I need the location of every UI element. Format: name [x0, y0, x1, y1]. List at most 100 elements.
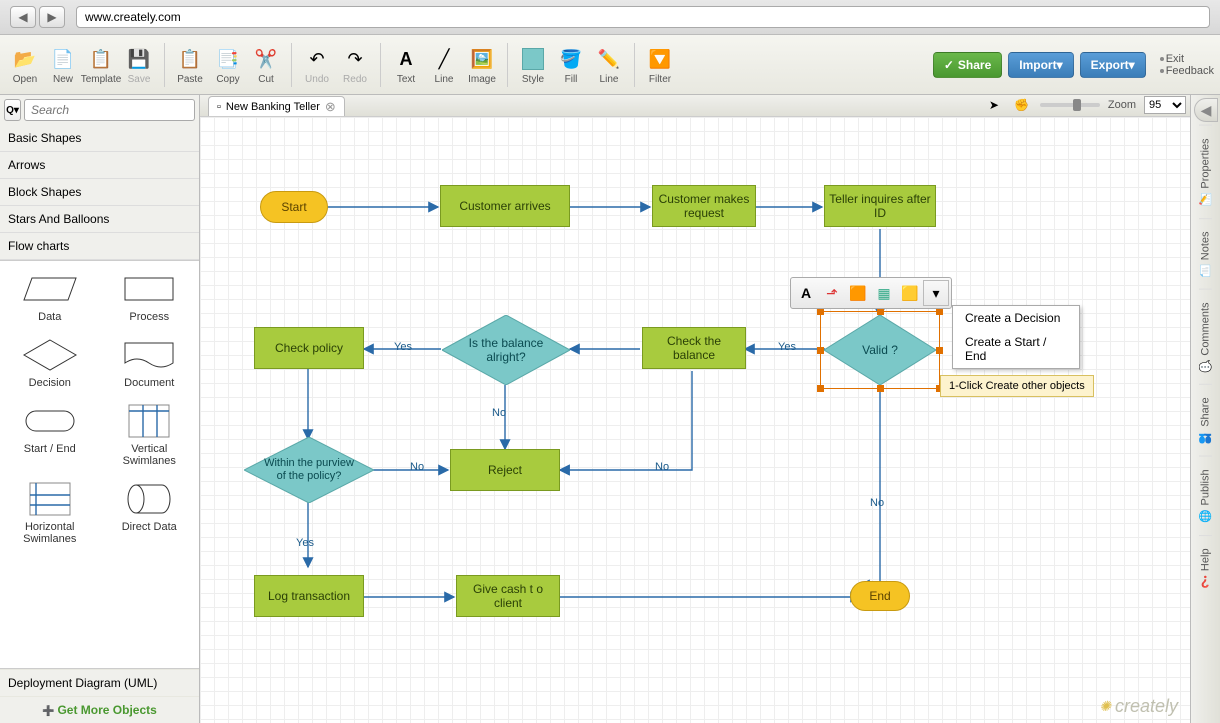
zoom-select[interactable]: 95: [1144, 96, 1186, 114]
ctx-grid-button[interactable]: ▦: [871, 280, 897, 306]
new-button[interactable]: 📄New: [44, 40, 82, 89]
label-no: No: [655, 461, 669, 473]
save-button[interactable]: 💾Save: [120, 40, 158, 89]
line-icon: ╱: [430, 44, 458, 74]
ctx-connector-button[interactable]: ⬏: [819, 280, 845, 306]
node-start[interactable]: Start: [260, 191, 328, 223]
line-style-button[interactable]: ✏️Line: [590, 40, 628, 89]
label-yes: Yes: [296, 537, 314, 549]
ctx-text-button[interactable]: A: [793, 280, 819, 306]
ctx-more-button[interactable]: ▾: [923, 280, 949, 306]
shape-data[interactable]: Data: [0, 267, 100, 327]
export-button[interactable]: Export ▾: [1080, 52, 1146, 78]
rectangle-icon: [119, 271, 179, 307]
node-balance-ok-decision[interactable]: Is the balance alright?: [442, 315, 570, 385]
pointer-tool[interactable]: ➤: [984, 96, 1004, 114]
hswim-icon: [20, 481, 80, 517]
exit-link[interactable]: Exit: [1160, 53, 1214, 65]
menu-create-decision[interactable]: Create a Decision: [953, 306, 1079, 330]
save-icon: 💾: [125, 44, 153, 74]
cut-button[interactable]: ✂️Cut: [247, 40, 285, 89]
folder-icon: 📂: [11, 44, 39, 74]
style-icon: [519, 44, 547, 74]
category-basic-shapes[interactable]: Basic Shapes: [0, 125, 199, 152]
tab-close-button[interactable]: ⊗: [325, 99, 336, 115]
rail-help[interactable]: ❓Help: [1199, 535, 1212, 600]
zoom-slider[interactable]: [1040, 103, 1100, 107]
undo-icon: ↶: [303, 44, 331, 74]
import-button[interactable]: Import ▾: [1008, 52, 1073, 78]
label-no: No: [410, 461, 424, 473]
copy-button[interactable]: 📑Copy: [209, 40, 247, 89]
node-reject[interactable]: Reject: [450, 449, 560, 491]
paste-button[interactable]: 📋Paste: [171, 40, 209, 89]
label-yes: Yes: [394, 341, 412, 353]
template-icon: 📋: [87, 44, 115, 74]
fill-button[interactable]: 🪣Fill: [552, 40, 590, 89]
rail-properties[interactable]: 📝Properties: [1199, 125, 1212, 218]
rail-notes[interactable]: 📄Notes: [1199, 218, 1212, 289]
cylinder-icon: [119, 481, 179, 517]
nav-forward-button[interactable]: ▶: [39, 6, 65, 28]
pencil-icon: ✏️: [595, 44, 623, 74]
shape-vswimlanes[interactable]: Vertical Swimlanes: [100, 399, 200, 471]
label-no: No: [870, 497, 884, 509]
feedback-link[interactable]: Feedback: [1160, 65, 1214, 77]
context-menu: Create a Decision Create a Start / End: [952, 305, 1080, 369]
search-scope-button[interactable]: Q▾: [4, 99, 21, 121]
filter-button[interactable]: 🔽Filter: [641, 40, 679, 89]
paste-icon: 📋: [176, 44, 204, 74]
image-tool-button[interactable]: 🖼️Image: [463, 40, 501, 89]
rail-publish[interactable]: 🌐Publish: [1199, 456, 1212, 535]
document-tab[interactable]: ▫ New Banking Teller ⊗: [208, 96, 345, 116]
open-button[interactable]: 📂Open: [6, 40, 44, 89]
node-customer-arrives[interactable]: Customer arrives: [440, 185, 570, 227]
zoom-label: Zoom: [1108, 99, 1136, 111]
nav-back-button[interactable]: ◀: [10, 6, 36, 28]
diamond-icon: [20, 337, 80, 373]
copy-icon: 📑: [214, 44, 242, 74]
style-button[interactable]: Style: [514, 40, 552, 89]
canvas[interactable]: Start Customer arrives Customer makes re…: [200, 117, 1190, 723]
shape-start-end[interactable]: Start / End: [0, 399, 100, 471]
node-teller-inquires[interactable]: Teller inquires after ID: [824, 185, 936, 227]
label-no: No: [492, 407, 506, 419]
shape-decision[interactable]: Decision: [0, 333, 100, 393]
rail-toggle-button[interactable]: ◀: [1194, 98, 1218, 122]
get-more-objects-button[interactable]: Get More Objects: [0, 696, 199, 723]
node-check-policy[interactable]: Check policy: [254, 327, 364, 369]
node-valid-decision[interactable]: Valid ?: [824, 315, 936, 385]
pan-tool[interactable]: ✊: [1012, 96, 1032, 114]
ctx-arrange-button[interactable]: 🟧: [845, 280, 871, 306]
node-give-cash[interactable]: Give cash t o client: [456, 575, 560, 617]
shape-hswimlanes[interactable]: Horizontal Swimlanes: [0, 477, 100, 549]
menu-create-start-end[interactable]: Create a Start / End: [953, 330, 1079, 368]
node-check-balance[interactable]: Check the balance: [642, 327, 746, 369]
redo-button[interactable]: ↷Redo: [336, 40, 374, 89]
category-arrows[interactable]: Arrows: [0, 152, 199, 179]
node-customer-request[interactable]: Customer makes request: [652, 185, 756, 227]
category-flow-charts[interactable]: Flow charts: [0, 233, 199, 260]
rail-comments[interactable]: 💬Comments: [1199, 289, 1212, 385]
right-rail: 📝Properties 📄Notes 💬Comments 👥Share 🌐Pub…: [1190, 95, 1220, 723]
undo-button[interactable]: ↶Undo: [298, 40, 336, 89]
category-stars-balloons[interactable]: Stars And Balloons: [0, 206, 199, 233]
template-button[interactable]: 📋Template: [82, 40, 120, 89]
text-tool-button[interactable]: AText: [387, 40, 425, 89]
rail-share[interactable]: 👥Share: [1199, 384, 1212, 456]
ctx-create-button[interactable]: 🟨: [897, 280, 923, 306]
parallelogram-icon: [20, 271, 80, 307]
node-log-transaction[interactable]: Log transaction: [254, 575, 364, 617]
deployment-diagram-link[interactable]: Deployment Diagram (UML): [0, 669, 199, 696]
shape-document[interactable]: Document: [100, 333, 200, 393]
shape-process[interactable]: Process: [100, 267, 200, 327]
node-end[interactable]: End: [850, 581, 910, 611]
category-block-shapes[interactable]: Block Shapes: [0, 179, 199, 206]
line-tool-button[interactable]: ╱Line: [425, 40, 463, 89]
share-button[interactable]: ✓ Share: [933, 52, 1002, 78]
shape-direct-data[interactable]: Direct Data: [100, 477, 200, 549]
search-input[interactable]: [24, 99, 195, 121]
node-within-policy-decision[interactable]: Within the purview of the policy?: [244, 437, 374, 503]
url-input[interactable]: [76, 6, 1210, 28]
fill-icon: 🪣: [557, 44, 585, 74]
